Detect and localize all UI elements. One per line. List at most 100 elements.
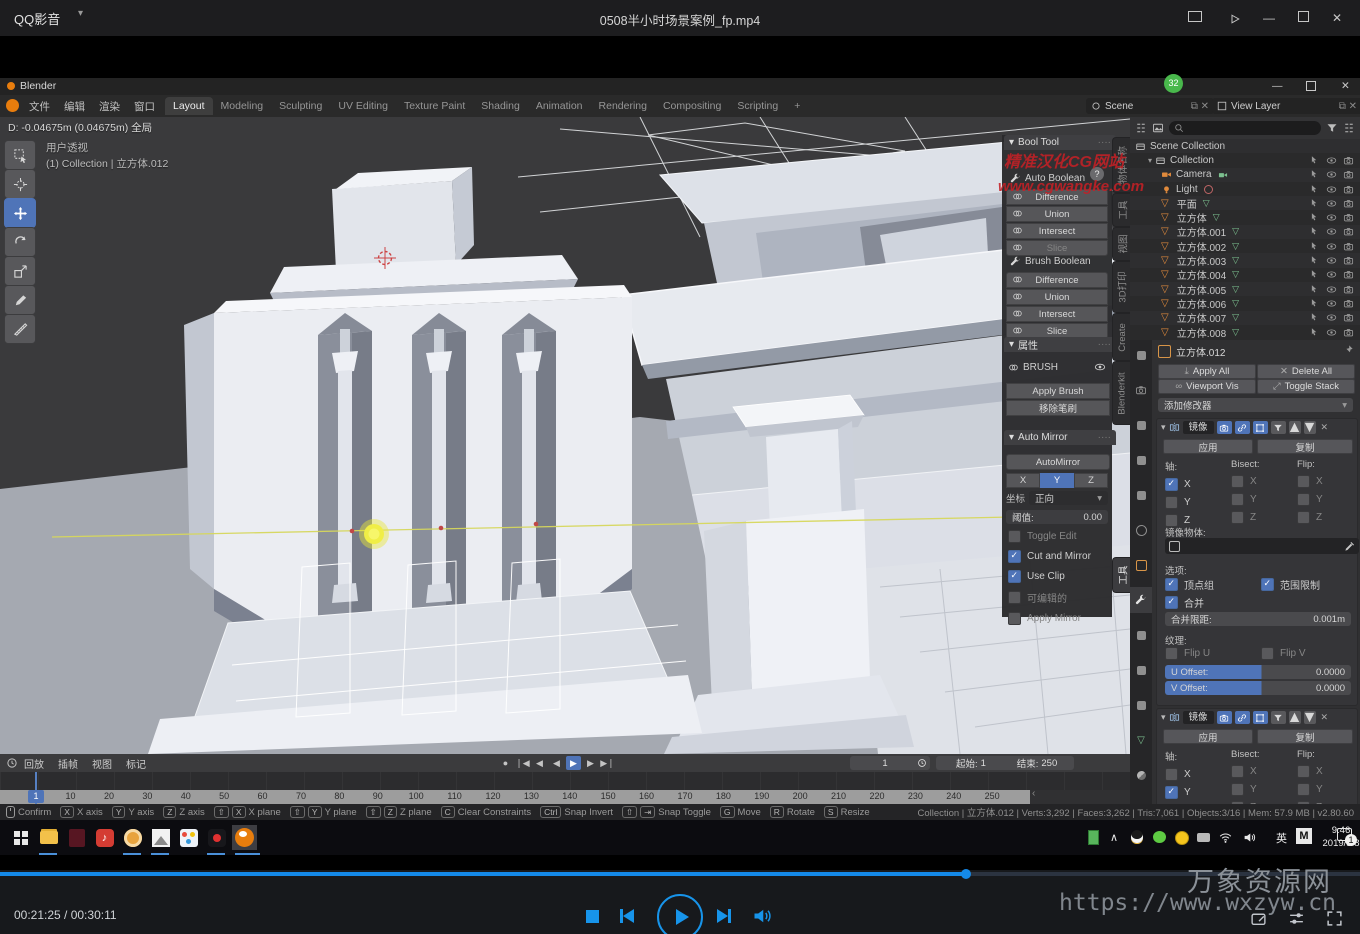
axis-x-toggle[interactable]: X [1006,473,1040,488]
properties-tab-material[interactable] [1130,762,1152,788]
modifier-2-copy-button[interactable]: 复制 [1257,729,1353,744]
row-visibility-controls[interactable] [1310,298,1354,309]
properties-panel-header[interactable]: ▾ 属性 ···· [1004,337,1116,352]
row-visibility-controls[interactable] [1310,226,1354,237]
outliner-row-立方体.007[interactable]: ▽立方体.007▽ [1130,311,1360,325]
axis-z-toggle[interactable]: Z [1074,473,1108,488]
use-preview-range-icon[interactable] [914,756,930,770]
play-reverse-button[interactable]: ◀ [549,756,564,770]
cut-and-mirror-checkbox[interactable]: Cut and Mirror [1008,550,1108,563]
outliner-row-Collection[interactable]: ▾Collection [1130,153,1360,167]
menu-item[interactable]: 编辑 [57,95,92,118]
properties-tab-scene[interactable] [1130,482,1152,508]
blender-logo-icon[interactable] [6,99,19,112]
row-visibility-controls[interactable] [1310,241,1354,252]
tray-coin-icon[interactable] [1175,831,1189,845]
frame-ruler[interactable]: 1020304050607080901001101201301401501601… [0,790,1030,804]
properties-tab-view-layer[interactable] [1130,447,1152,473]
flip-v-checkbox[interactable]: Flip V [1261,647,1306,660]
properties-tab-constraints[interactable] [1130,692,1152,718]
window-minimize-icon[interactable]: — [1272,80,1283,92]
timeline-track[interactable] [0,772,1130,790]
bisect-x-checkbox[interactable]: X [1231,475,1295,488]
taskbar-netease-music-icon[interactable]: ♪ [92,825,117,850]
v-offset-slider[interactable]: V Offset:0.0000 [1165,681,1351,695]
timeline-menu-视图[interactable]: 视图 [92,756,112,771]
taskbar-blender-icon[interactable] [232,825,257,850]
auto-boolean-intersect-button[interactable]: Intersect [1006,223,1108,239]
move-down-icon[interactable]: ▼ [1304,421,1316,434]
row-visibility-controls[interactable] [1310,198,1354,209]
auto-boolean-union-button[interactable]: Union [1006,206,1108,222]
row-visibility-controls[interactable] [1310,284,1354,295]
outliner-row-Camera[interactable]: Camera [1130,168,1360,182]
tray-pen-device-icon[interactable] [1197,833,1210,842]
box-select-tool-button[interactable] [4,140,36,170]
flip-z-checkbox[interactable]: Z [1297,511,1360,524]
cage-toggle-icon[interactable] [1271,421,1286,434]
flip-y-checkbox[interactable]: Y [1297,493,1360,506]
jump-start-button[interactable]: ❘◀ [515,756,530,770]
close-button[interactable]: ✕ [1324,8,1350,28]
merge-checkbox[interactable]: 合并 [1165,595,1204,610]
options-icon[interactable] [1343,122,1355,134]
axis-x-checkbox[interactable]: X [1165,768,1229,781]
automirror-button[interactable]: AutoMirror [1006,454,1110,470]
modifier-2-name[interactable]: 镜像 [1183,711,1214,724]
outliner-row-立方体.003[interactable]: ▽立方体.003▽ [1130,253,1360,267]
close-icon[interactable]: ✕ [1321,712,1329,723]
realtime-toggle-icon[interactable] [1235,711,1250,724]
row-visibility-controls[interactable] [1310,169,1354,180]
workspace-tab[interactable]: Shading [473,97,528,115]
prev-keyframe-button[interactable]: ◀ [532,756,547,770]
properties-tab-physics[interactable] [1130,657,1152,683]
3d-viewport[interactable]: D: -0.04675m (0.04675m) 全局 用户透视 (1) Coll… [0,117,1130,754]
timeline-menu-标记[interactable]: 标记 [126,756,146,771]
move-up-icon[interactable]: ▲ [1289,711,1301,724]
properties-tab-modifiers[interactable] [1130,587,1152,613]
rotate-tool-button[interactable] [4,227,36,257]
workspace-tab[interactable]: UV Editing [330,97,396,115]
modifier-1-copy-button[interactable]: 复制 [1257,439,1353,454]
axis-y-checkbox[interactable]: Y [1165,786,1229,799]
bisect-y-checkbox[interactable]: Y [1231,493,1295,506]
toggle-edit-checkbox[interactable]: Toggle Edit [1008,530,1108,543]
outliner-row-立方体.001[interactable]: ▽立方体.001▽ [1130,225,1360,239]
menu-item[interactable]: 窗口 [127,95,162,118]
outliner-row-立方体.008[interactable]: ▽立方体.008▽ [1130,325,1360,339]
current-frame-field[interactable]: 1 [850,756,920,770]
collapse-chevron-icon[interactable]: ‹ [1032,788,1035,799]
brush-boolean-union-button[interactable]: Union [1006,289,1108,305]
modifier-1-name[interactable]: 镜像 [1183,421,1214,434]
taskbar-darkred-app-icon[interactable] [64,825,89,850]
timeline-menu-插帧[interactable]: 插帧 [58,756,78,771]
screen-split-icon[interactable] [1182,8,1208,28]
brush-boolean-intersect-button[interactable]: Intersect [1006,306,1108,322]
auto-mirror-panel-header[interactable]: ▾ Auto Mirror ···· [1004,430,1116,445]
tray-volume-icon[interactable] [1243,831,1256,844]
move-down-icon[interactable]: ▼ [1304,711,1316,724]
volume-button[interactable] [752,906,772,926]
workspace-tab[interactable]: Scripting [729,97,786,115]
input-language-indicator[interactable]: 英 [1276,830,1287,846]
taskbar-photos-icon[interactable] [148,825,173,850]
add-modifier-dropdown[interactable]: 添加修改器▾ [1158,398,1353,412]
auto-boolean-slice-button[interactable]: Slice [1006,240,1108,256]
scene-selector[interactable]: Scene ⧉ ✕ [1086,98,1214,114]
modifier-2-apply-button[interactable]: 应用 [1163,729,1253,744]
row-visibility-controls[interactable] [1310,327,1354,338]
menu-item[interactable]: 文件 [22,95,57,118]
apply-all-button[interactable]: ⤓Apply All [1158,364,1256,379]
stop-button[interactable] [586,910,599,923]
workspace-tab[interactable]: Compositing [655,97,729,115]
tray-chevron-up-icon[interactable]: ∧ [1110,831,1118,844]
editmode-toggle-icon[interactable] [1253,421,1268,434]
outliner-row-立方体.006[interactable]: ▽立方体.006▽ [1130,296,1360,310]
previous-button[interactable] [620,909,634,923]
cage-toggle-icon[interactable] [1271,711,1286,724]
minimize-button[interactable]: — [1256,8,1282,28]
orientation-select[interactable]: 正向▾ [1029,491,1108,505]
workspace-tab[interactable]: Sculpting [271,97,330,115]
next-keyframe-button[interactable]: ▶ [583,756,598,770]
row-visibility-controls[interactable] [1310,184,1354,195]
